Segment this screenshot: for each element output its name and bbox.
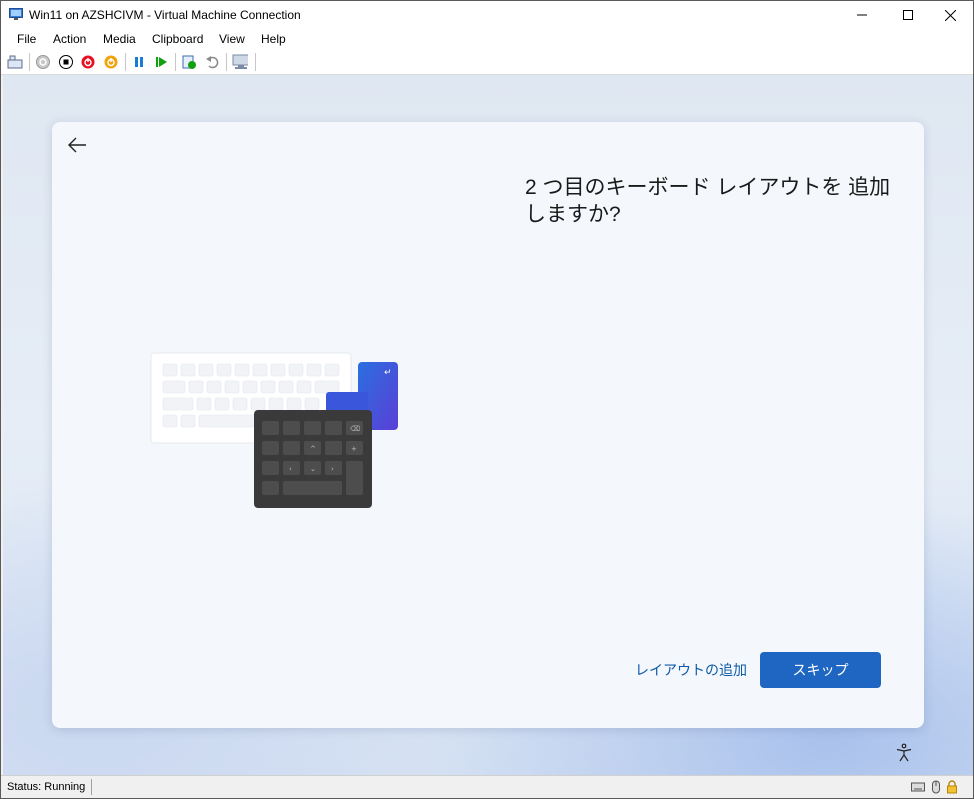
ctrl-alt-del-icon — [7, 55, 23, 69]
back-arrow-icon[interactable] — [66, 134, 88, 156]
maximize-button[interactable] — [885, 1, 931, 29]
svg-text:‹: ‹ — [289, 465, 292, 473]
turn-off-button[interactable] — [58, 54, 74, 70]
start-icon — [36, 55, 50, 69]
shut-down-icon — [81, 55, 95, 69]
lock-icon — [947, 780, 957, 794]
accessibility-icon[interactable] — [894, 743, 914, 763]
page-title: 2 つ目のキーボード レイアウトを 追加しますか? — [525, 176, 891, 226]
oobe-card: 2 つ目のキーボード レイアウトを 追加しますか? ↵ ⌫ + ^ ‹ ⌄ › … — [52, 122, 924, 728]
checkpoint-button[interactable] — [181, 54, 197, 70]
keyboard-icon — [911, 782, 925, 792]
vm-connection-window: Win11 on AZSHCIVM - Virtual Machine Conn… — [0, 0, 974, 799]
reset-icon — [104, 55, 118, 69]
toolbar-separator — [255, 53, 256, 71]
pause-button[interactable] — [131, 54, 147, 70]
maximize-icon — [903, 10, 913, 20]
minimize-icon — [857, 14, 867, 16]
toolbar — [1, 49, 973, 75]
toolbar-separator — [175, 53, 176, 71]
menu-media[interactable]: Media — [103, 32, 136, 46]
menu-view[interactable]: View — [219, 32, 245, 46]
skip-button[interactable]: スキップ — [760, 652, 881, 688]
toolbar-separator — [125, 53, 126, 71]
menu-help[interactable]: Help — [261, 32, 286, 46]
keyboard-illustration: ↵ ⌫ + ^ ‹ ⌄ › — [150, 352, 398, 508]
svg-text:⌄: ⌄ — [310, 465, 316, 473]
start-button[interactable] — [35, 54, 51, 70]
resume-icon — [156, 57, 167, 67]
minimize-button[interactable] — [839, 1, 885, 29]
turn-off-icon — [59, 55, 73, 69]
menu-clipboard[interactable]: Clipboard — [152, 32, 203, 46]
svg-text:⌫: ⌫ — [350, 425, 360, 433]
svg-text:^: ^ — [310, 445, 316, 453]
status-bar: Status: Running — [1, 775, 973, 798]
mouse-icon — [932, 780, 940, 794]
svg-text:›: › — [331, 465, 334, 473]
svg-text:↵: ↵ — [384, 368, 392, 378]
checkpoint-icon — [182, 55, 196, 69]
ctrl-alt-del-button[interactable] — [7, 54, 23, 70]
shut-down-button[interactable] — [80, 54, 96, 70]
status-text: Status: Running — [7, 781, 86, 793]
enhanced-session-button[interactable] — [232, 54, 248, 70]
title-bar: Win11 on AZSHCIVM - Virtual Machine Conn… — [1, 1, 973, 29]
revert-button[interactable] — [204, 54, 220, 70]
vm-connection-app-icon — [9, 8, 23, 20]
reset-button[interactable] — [103, 54, 119, 70]
menu-bar: File Action Media Clipboard View Help — [1, 29, 973, 49]
window-title: Win11 on AZSHCIVM - Virtual Machine Conn… — [29, 8, 301, 22]
close-button[interactable] — [927, 1, 973, 29]
toolbar-separator — [29, 53, 30, 71]
menu-file[interactable]: File — [17, 32, 36, 46]
toolbar-separator — [226, 53, 227, 71]
svg-text:+: + — [351, 445, 357, 453]
pause-icon — [135, 57, 143, 67]
close-icon — [944, 9, 956, 21]
revert-icon — [206, 56, 219, 69]
vm-screen[interactable]: 2 つ目のキーボード レイアウトを 追加しますか? ↵ ⌫ + ^ ‹ ⌄ › … — [3, 75, 973, 775]
status-divider — [91, 779, 92, 795]
resume-button[interactable] — [153, 54, 169, 70]
add-layout-button[interactable]: レイアウトの追加 — [632, 652, 750, 688]
menu-action[interactable]: Action — [53, 32, 86, 46]
enhanced-session-icon — [232, 54, 248, 69]
